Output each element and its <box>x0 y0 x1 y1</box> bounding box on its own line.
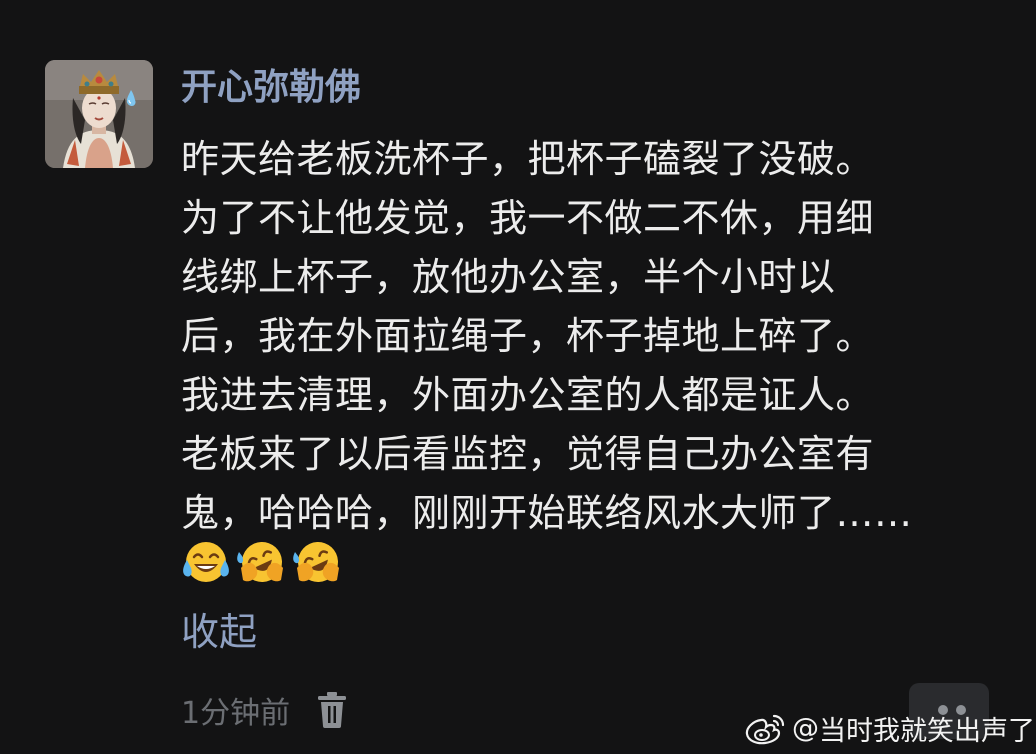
comment-line: 鬼，哈哈哈，刚刚开始联络风水大师了…… <box>181 491 913 535</box>
comment-line: 昨天给老板洗杯子，把杯子磕裂了没破。 <box>181 137 875 181</box>
collapse-link[interactable]: 收起 <box>181 606 257 658</box>
watermark-at: @ <box>792 712 819 744</box>
weibo-logo-icon <box>745 714 785 745</box>
username[interactable]: 开心弥勒佛 <box>181 64 361 112</box>
trash-icon[interactable] <box>316 691 348 729</box>
comment-text: 昨天给老板洗杯子，把杯子磕裂了没破。 为了不让他发觉，我一不做二不休，用细 线绑… <box>181 130 1001 543</box>
comment-timestamp: 1分钟前 <box>181 696 291 731</box>
comment-line: 我进去清理，外面办公室的人都是证人。 <box>181 373 875 417</box>
rolling-laughing-emoji-icon <box>237 542 283 582</box>
comment-line: 老板来了以后看监控，觉得自己办公室有 <box>181 432 875 476</box>
comment-line: 为了不让他发觉，我一不做二不休，用细 <box>181 196 875 240</box>
comment-line: 后，我在外面拉绳子，杯子掉地上碎了。 <box>181 314 875 358</box>
watermark: @ 当时我就笑出声了 <box>744 706 1035 750</box>
watermark-text: 当时我就笑出声了 <box>819 715 1035 747</box>
comment-line: 线绑上杯子，放他办公室，半个小时以 <box>181 255 836 299</box>
comment-meta: 1分钟前 <box>181 688 348 732</box>
buddha-statue-avatar-image <box>45 60 153 168</box>
rolling-laughing-emoji-icon <box>293 542 339 582</box>
tears-of-joy-emoji-icon <box>183 542 229 582</box>
avatar[interactable] <box>45 60 153 168</box>
emoji-row <box>181 538 343 586</box>
comment-screen: 开心弥勒佛 昨天给老板洗杯子，把杯子磕裂了没破。 为了不让他发觉，我一不做二不休… <box>0 0 1036 754</box>
